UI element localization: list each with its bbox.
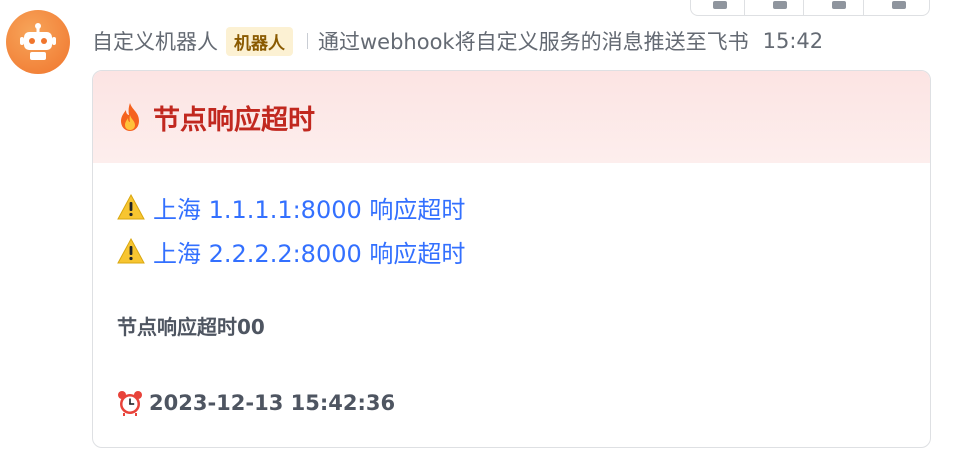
fire-icon xyxy=(121,103,139,131)
toolbar-reply-button[interactable] xyxy=(756,0,805,15)
card-note: 节点响应超时00 xyxy=(117,315,265,339)
card-body: 上海 1.1.1.1:8000 响应超时 上海 2.2.2.2:8000 响应超… xyxy=(93,163,930,416)
alert-text: 上海 2.2.2.2:8000 响应超时 xyxy=(153,239,466,268)
card-header: 节点响应超时 xyxy=(93,71,930,163)
toolbar-reaction-button[interactable] xyxy=(697,0,745,15)
message-action-toolbar xyxy=(690,0,930,16)
toolbar-more-button[interactable] xyxy=(875,0,923,15)
alert-text: 上海 1.1.1.1:8000 响应超时 xyxy=(153,195,466,224)
alert-line[interactable]: 上海 2.2.2.2:8000 响应超时 xyxy=(117,229,906,273)
card-timestamp: 2023-12-13 15:42:36 xyxy=(117,390,906,416)
warning-icon xyxy=(117,238,145,264)
toolbar-forward-button[interactable] xyxy=(816,0,864,15)
message-time: 15:42 xyxy=(762,29,824,53)
reaction-icon xyxy=(713,1,728,9)
message-header: 自定义机器人 机器人 通过webhook将自定义服务的消息推送至飞书 15:42 xyxy=(92,26,823,56)
avatar[interactable] xyxy=(6,10,70,74)
warning-icon xyxy=(117,194,145,220)
forward-icon xyxy=(832,1,847,9)
reply-icon xyxy=(772,1,787,9)
bot-badge: 机器人 xyxy=(226,26,293,56)
timestamp-text: 2023-12-13 15:42:36 xyxy=(149,391,396,415)
message-card: 节点响应超时 上海 1.1.1.1:8000 响应超时 上海 2.2.2.2:8… xyxy=(92,70,931,448)
divider xyxy=(307,33,308,49)
bot-description: 通过webhook将自定义服务的消息推送至飞书 xyxy=(318,30,749,54)
alert-line[interactable]: 上海 1.1.1.1:8000 响应超时 xyxy=(117,185,906,229)
sender-name[interactable]: 自定义机器人 xyxy=(92,26,218,56)
robot-icon xyxy=(20,23,56,60)
card-title: 节点响应超时 xyxy=(153,104,315,136)
more-icon xyxy=(892,1,907,9)
alarm-clock-icon xyxy=(118,391,142,416)
